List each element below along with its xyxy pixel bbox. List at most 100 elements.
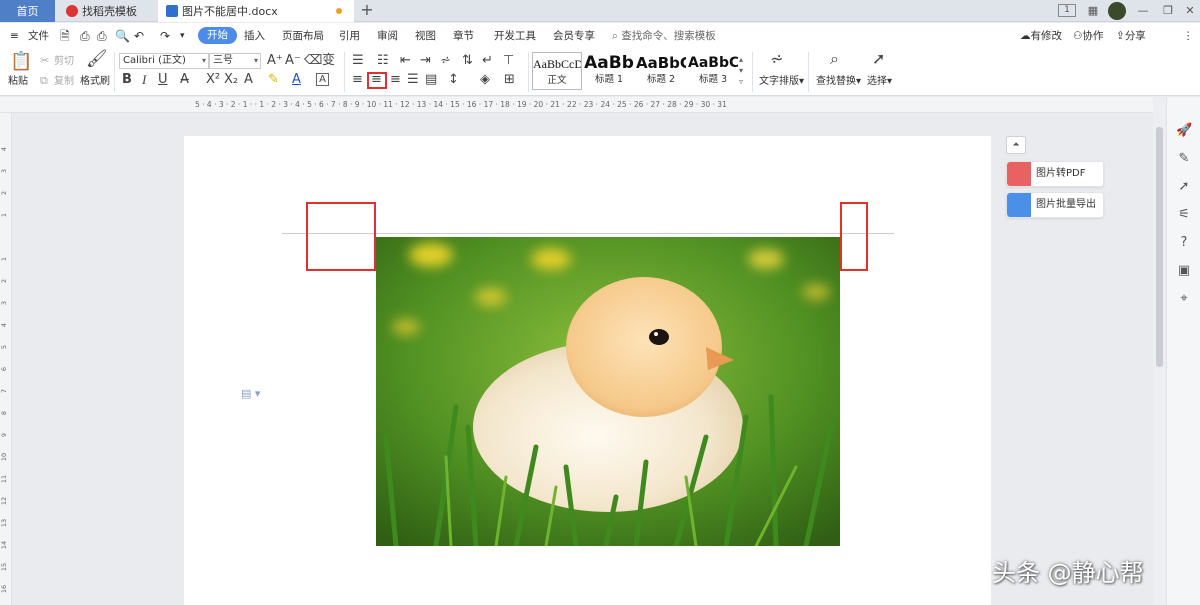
phonetic-icon[interactable]: 变 [322,54,335,68]
numbered-list-icon[interactable]: ☷ [377,54,389,68]
clear-format-icon[interactable]: ⌫ [304,54,322,68]
vertical-ruler[interactable]: 43211234567891011121314151617 [0,113,12,605]
tab-stop-icon[interactable]: ⊤ [503,54,514,68]
horizontal-ruler[interactable]: 5 · 4 · 3 · 2 · 1 · · 1 · 2 · 3 · 4 · 5 … [0,97,1165,113]
font-color-icon[interactable]: A [292,73,301,87]
cut-button[interactable]: 剪切 [54,56,74,68]
menu-file[interactable]: 文件 [28,28,49,44]
menu-review[interactable]: 审阅 [377,28,398,44]
underline-button[interactable]: U [158,73,168,87]
image-tool-icon[interactable]: ▣ [1176,263,1192,279]
scrollbar-thumb[interactable] [1156,127,1163,367]
char-border-icon[interactable]: A [316,73,329,86]
chick-photo[interactable] [376,237,840,546]
align-left-icon[interactable]: ≡ [352,73,363,87]
help-icon[interactable]: ? [1176,235,1192,251]
show-marks-icon[interactable]: ↵ [482,54,493,68]
style-heading-3[interactable]: AaBbC 标题 3 [688,52,738,90]
minimize-button[interactable]: — [1133,3,1153,19]
menu-member[interactable]: 会员专享 [553,28,595,44]
collaborate-button[interactable]: ⚇协作 [1073,28,1103,44]
style-heading-2[interactable]: AaBbC 标题 2 [636,52,686,90]
format-painter-button[interactable]: 格式刷 [80,76,110,88]
font-name-value: Calibri (正文) [123,55,186,66]
image-to-pdf-button[interactable]: 图片转PDF [1006,161,1104,187]
line-spacing-icon[interactable]: ↕ [448,73,459,87]
save-icon[interactable]: 🗎 [60,28,70,44]
italic-button[interactable]: I [142,73,146,87]
menu-view[interactable]: 视图 [415,28,436,44]
collapse-panel-button[interactable]: ⏶ [1006,136,1026,154]
print-icon[interactable]: ⎙ [97,28,107,44]
menu-more-icon[interactable]: ⋮ [1183,28,1194,44]
align-right-icon[interactable]: ≡ [390,73,401,87]
rocket-icon[interactable]: 🚀 [1176,123,1192,139]
copy-icon[interactable]: ⧉ [40,74,48,88]
redo-icon[interactable]: ↷ [160,28,170,44]
share-button[interactable]: ⇪分享 [1116,28,1146,44]
bullet-list-icon[interactable]: ☰ [352,54,364,68]
superscript-icon[interactable]: X² [206,73,220,87]
menu-insert[interactable]: 插入 [244,28,265,44]
undo-icon[interactable]: ↶ [134,28,144,44]
cursor-select-icon[interactable]: ➚ [872,51,885,67]
select-button[interactable]: 选择▾ [867,76,892,88]
paste-options-icon[interactable]: ▤ ▾ [241,387,260,400]
vertical-scrollbar[interactable] [1153,97,1166,605]
increase-font-icon[interactable]: A⁺ [267,54,283,68]
distributed-icon[interactable]: ▤ [425,73,437,87]
borders-icon[interactable]: ⊞ [504,73,515,87]
menu-chapter[interactable]: 章节 [453,28,474,44]
layout-toggle-icon[interactable]: 1 [1058,4,1076,17]
paste-button[interactable]: 粘贴 [8,76,28,88]
quick-access-more-icon[interactable]: ▾ [180,28,185,44]
location-icon[interactable]: ⌖ [1176,291,1192,307]
strikethrough-icon[interactable]: A̶ [180,73,189,87]
format-painter-icon[interactable]: 🖌 [86,51,108,68]
font-size-select[interactable]: 三号 ▾ [209,53,261,69]
font-name-select[interactable]: Calibri (正文) ▾ [119,53,209,69]
tab-template[interactable]: 找稻壳模板 [58,0,158,22]
cut-icon[interactable]: ✂ [40,54,49,68]
tab-document[interactable]: 图片不能居中.docx [158,0,354,22]
settings-sliders-icon[interactable]: ⚟ [1176,207,1192,223]
bold-button[interactable]: B [122,73,132,87]
export-icon[interactable]: ⎙ [80,28,90,44]
style-normal[interactable]: AaBbCcDd 正文 [532,52,582,90]
copy-button[interactable]: 复制 [54,76,74,88]
style-heading-1[interactable]: AaBb 标题 1 [584,52,634,90]
find-icon[interactable]: ⌕ [830,51,839,67]
subscript-icon[interactable]: X₂ [224,73,238,87]
tab-home[interactable]: 首页 [0,0,55,22]
avatar[interactable] [1108,2,1126,20]
pointer-icon[interactable]: ➚ [1176,179,1192,195]
restore-button[interactable]: ❐ [1158,3,1178,19]
menu-start[interactable]: 开始 [198,27,237,44]
grid-apps-icon[interactable]: ▦ [1083,3,1103,19]
menu-page-layout[interactable]: 页面布局 [282,28,324,44]
paste-icon[interactable]: 📋 [10,52,32,72]
hamburger-icon[interactable]: ≡ [10,28,19,44]
batch-export-button[interactable]: 图片批量导出 [1006,192,1104,218]
justify-icon[interactable]: ☰ [407,73,419,87]
modified-button[interactable]: ☁有修改 [1020,28,1062,44]
find-replace-button[interactable]: 查找替换▾ [816,76,861,88]
menu-references[interactable]: 引用 [339,28,360,44]
pen-icon[interactable]: ✎ [1176,151,1192,167]
sort-icon[interactable]: ⇅ [462,54,473,68]
text-effect-icon[interactable]: A [244,73,253,87]
highlight-icon[interactable]: ✎ [268,73,279,87]
text-layout-button[interactable]: 文字排版▾ [759,76,804,88]
shading-icon[interactable]: ◈ [480,73,490,87]
close-button[interactable]: ✕ [1180,3,1200,19]
chinese-layout-icon[interactable]: ⩫ [440,54,451,68]
decrease-indent-icon[interactable]: ⇤ [400,54,411,68]
text-layout-icon[interactable]: ⩫ [770,51,783,67]
decrease-font-icon[interactable]: A⁻ [285,54,301,68]
command-search[interactable]: ⌕ 查找命令、搜索模板 [612,28,716,44]
new-tab-button[interactable]: + [358,0,376,22]
print-preview-icon[interactable]: 🔍 [115,28,130,44]
increase-indent-icon[interactable]: ⇥ [420,54,431,68]
style-gallery-scroll-icon[interactable]: ▴ ▾ ▿ [739,54,743,87]
menu-developer[interactable]: 开发工具 [494,28,536,44]
